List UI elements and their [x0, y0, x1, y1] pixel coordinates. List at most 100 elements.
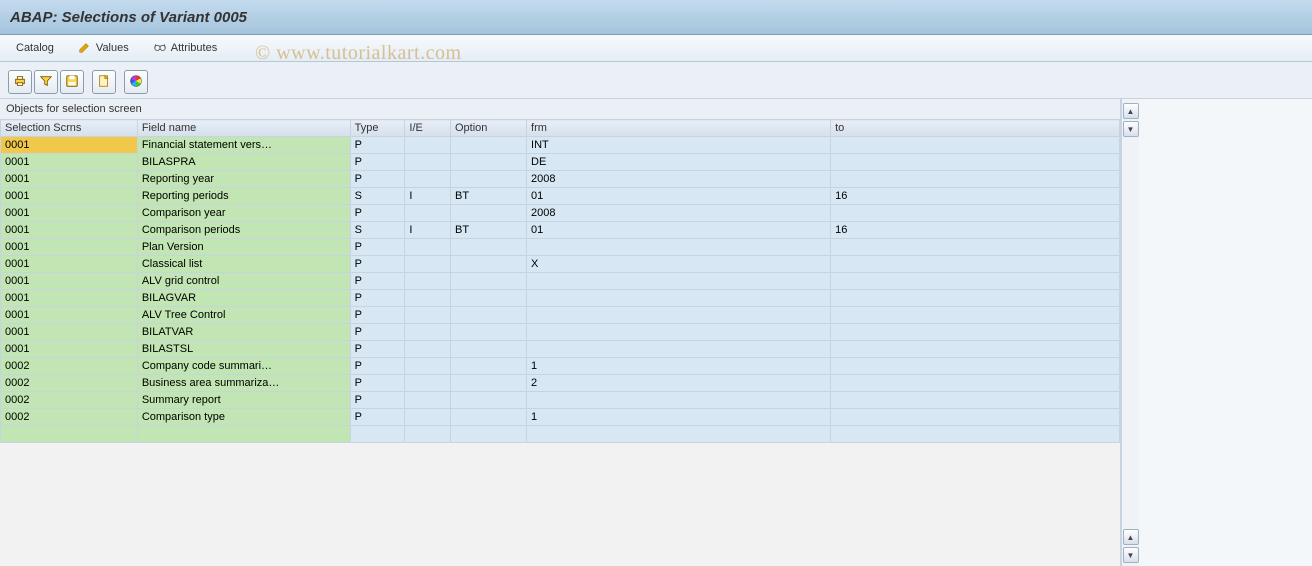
cell-scrn: 0002 [1, 409, 138, 426]
table-row[interactable]: 0002Summary reportP [1, 392, 1120, 409]
cell-scrn: 0001 [1, 154, 138, 171]
table-row[interactable]: 0001Comparison periodsSIBT0116 [1, 222, 1120, 239]
menu-catalog[interactable]: Catalog [10, 40, 60, 56]
cell-to [831, 137, 1120, 154]
table-row[interactable]: 0002Comparison typeP1 [1, 409, 1120, 426]
menu-catalog-label: Catalog [16, 42, 54, 54]
table-row[interactable]: 0002Company code summari…P1 [1, 358, 1120, 375]
cell-frm: DE [527, 154, 831, 171]
cell-frm: 2008 [527, 205, 831, 222]
cell-ie [405, 273, 451, 290]
cell-opt [451, 137, 527, 154]
cell-to [831, 154, 1120, 171]
cell-type: P [350, 324, 405, 341]
cell-type: P [350, 375, 405, 392]
cell-to [831, 273, 1120, 290]
col-header-scrn[interactable]: Selection Scrns [1, 120, 138, 137]
cell-opt [451, 239, 527, 256]
cell-opt [451, 273, 527, 290]
cell-ie: I [405, 222, 451, 239]
save-button[interactable] [60, 70, 84, 94]
col-header-type[interactable]: Type [350, 120, 405, 137]
table-row[interactable]: 0001ALV Tree ControlP [1, 307, 1120, 324]
table-title: Objects for selection screen [0, 99, 1120, 119]
cell-field: BILASTSL [137, 341, 350, 358]
cell-type: P [350, 256, 405, 273]
cell-type: S [350, 222, 405, 239]
table-row[interactable]: 0001BILASPRAPDE [1, 154, 1120, 171]
menu-values[interactable]: Values [72, 38, 135, 59]
scroll-up-step-button[interactable]: ▲ [1123, 529, 1139, 545]
cell-scrn: 0001 [1, 307, 138, 324]
cell-to [831, 239, 1120, 256]
cell-to [831, 375, 1120, 392]
cell-field: BILASPRA [137, 154, 350, 171]
table-row[interactable]: 0001BILASTSLP [1, 341, 1120, 358]
cell-opt: BT [451, 222, 527, 239]
filter-button[interactable] [34, 70, 58, 94]
cell-type: P [350, 358, 405, 375]
cell-to [831, 205, 1120, 222]
cell-field: Comparison periods [137, 222, 350, 239]
cell-frm [527, 341, 831, 358]
table-row[interactable]: 0001Reporting periodsSIBT0116 [1, 188, 1120, 205]
col-header-opt[interactable]: Option [451, 120, 527, 137]
scroll-down-step-button[interactable]: ▼ [1123, 121, 1139, 137]
table-row[interactable]: 0001Plan VersionP [1, 239, 1120, 256]
col-header-to[interactable]: to [831, 120, 1120, 137]
cell-to [831, 409, 1120, 426]
printer-icon [13, 74, 27, 91]
table-row[interactable]: 0001ALV grid controlP [1, 273, 1120, 290]
table-row[interactable]: 0001Financial statement vers…PINT [1, 137, 1120, 154]
col-header-ie[interactable]: I/E [405, 120, 451, 137]
toolbar [8, 70, 150, 94]
cell-frm: INT [527, 137, 831, 154]
col-header-field[interactable]: Field name [137, 120, 350, 137]
cell-frm: 2008 [527, 171, 831, 188]
cell-type: P [350, 205, 405, 222]
cell-frm [527, 324, 831, 341]
col-header-frm[interactable]: frm [527, 120, 831, 137]
cell-opt: BT [451, 188, 527, 205]
scroll-down-button[interactable]: ▼ [1123, 547, 1139, 563]
cell-type: P [350, 409, 405, 426]
table-row[interactable]: 0002Business area summariza…P2 [1, 375, 1120, 392]
cell-scrn: 0001 [1, 290, 138, 307]
cell-scrn: 0001 [1, 324, 138, 341]
print-button[interactable] [8, 70, 32, 94]
cell-ie [405, 409, 451, 426]
table-row[interactable]: 0001Reporting yearP2008 [1, 171, 1120, 188]
page-button[interactable] [92, 70, 116, 94]
cell-opt [451, 392, 527, 409]
cell-field: Reporting year [137, 171, 350, 188]
color-button[interactable] [124, 70, 148, 94]
cell-to [831, 392, 1120, 409]
window-titlebar: ABAP: Selections of Variant 0005 [0, 0, 1312, 35]
table-filler-row [1, 426, 1120, 443]
cell-type: P [350, 290, 405, 307]
cell-type: P [350, 137, 405, 154]
cell-ie [405, 205, 451, 222]
selection-table: Selection Scrns Field name Type I/E Opti… [0, 119, 1120, 443]
scroll-up-button[interactable]: ▲ [1123, 103, 1139, 119]
vertical-scrollbar[interactable]: ▲ ▼ ▲ ▼ [1121, 99, 1139, 566]
menu-attributes[interactable]: Attributes [147, 38, 223, 59]
cell-opt [451, 409, 527, 426]
table-row[interactable]: 0001BILAGVARP [1, 290, 1120, 307]
page-title: ABAP: Selections of Variant 0005 [10, 9, 247, 26]
cell-to [831, 256, 1120, 273]
table-row[interactable]: 0001Classical listPX [1, 256, 1120, 273]
table-header-row: Selection Scrns Field name Type I/E Opti… [1, 120, 1120, 137]
cell-frm: 2 [527, 375, 831, 392]
cell-ie [405, 154, 451, 171]
table-row[interactable]: 0001Comparison yearP2008 [1, 205, 1120, 222]
cell-ie: I [405, 188, 451, 205]
cell-ie [405, 307, 451, 324]
table-row[interactable]: 0001BILATVARP [1, 324, 1120, 341]
cell-scrn: 0001 [1, 341, 138, 358]
color-wheel-icon [129, 74, 143, 91]
cell-scrn: 0002 [1, 358, 138, 375]
cell-to: 16 [831, 222, 1120, 239]
cell-field: Reporting periods [137, 188, 350, 205]
cell-frm: X [527, 256, 831, 273]
